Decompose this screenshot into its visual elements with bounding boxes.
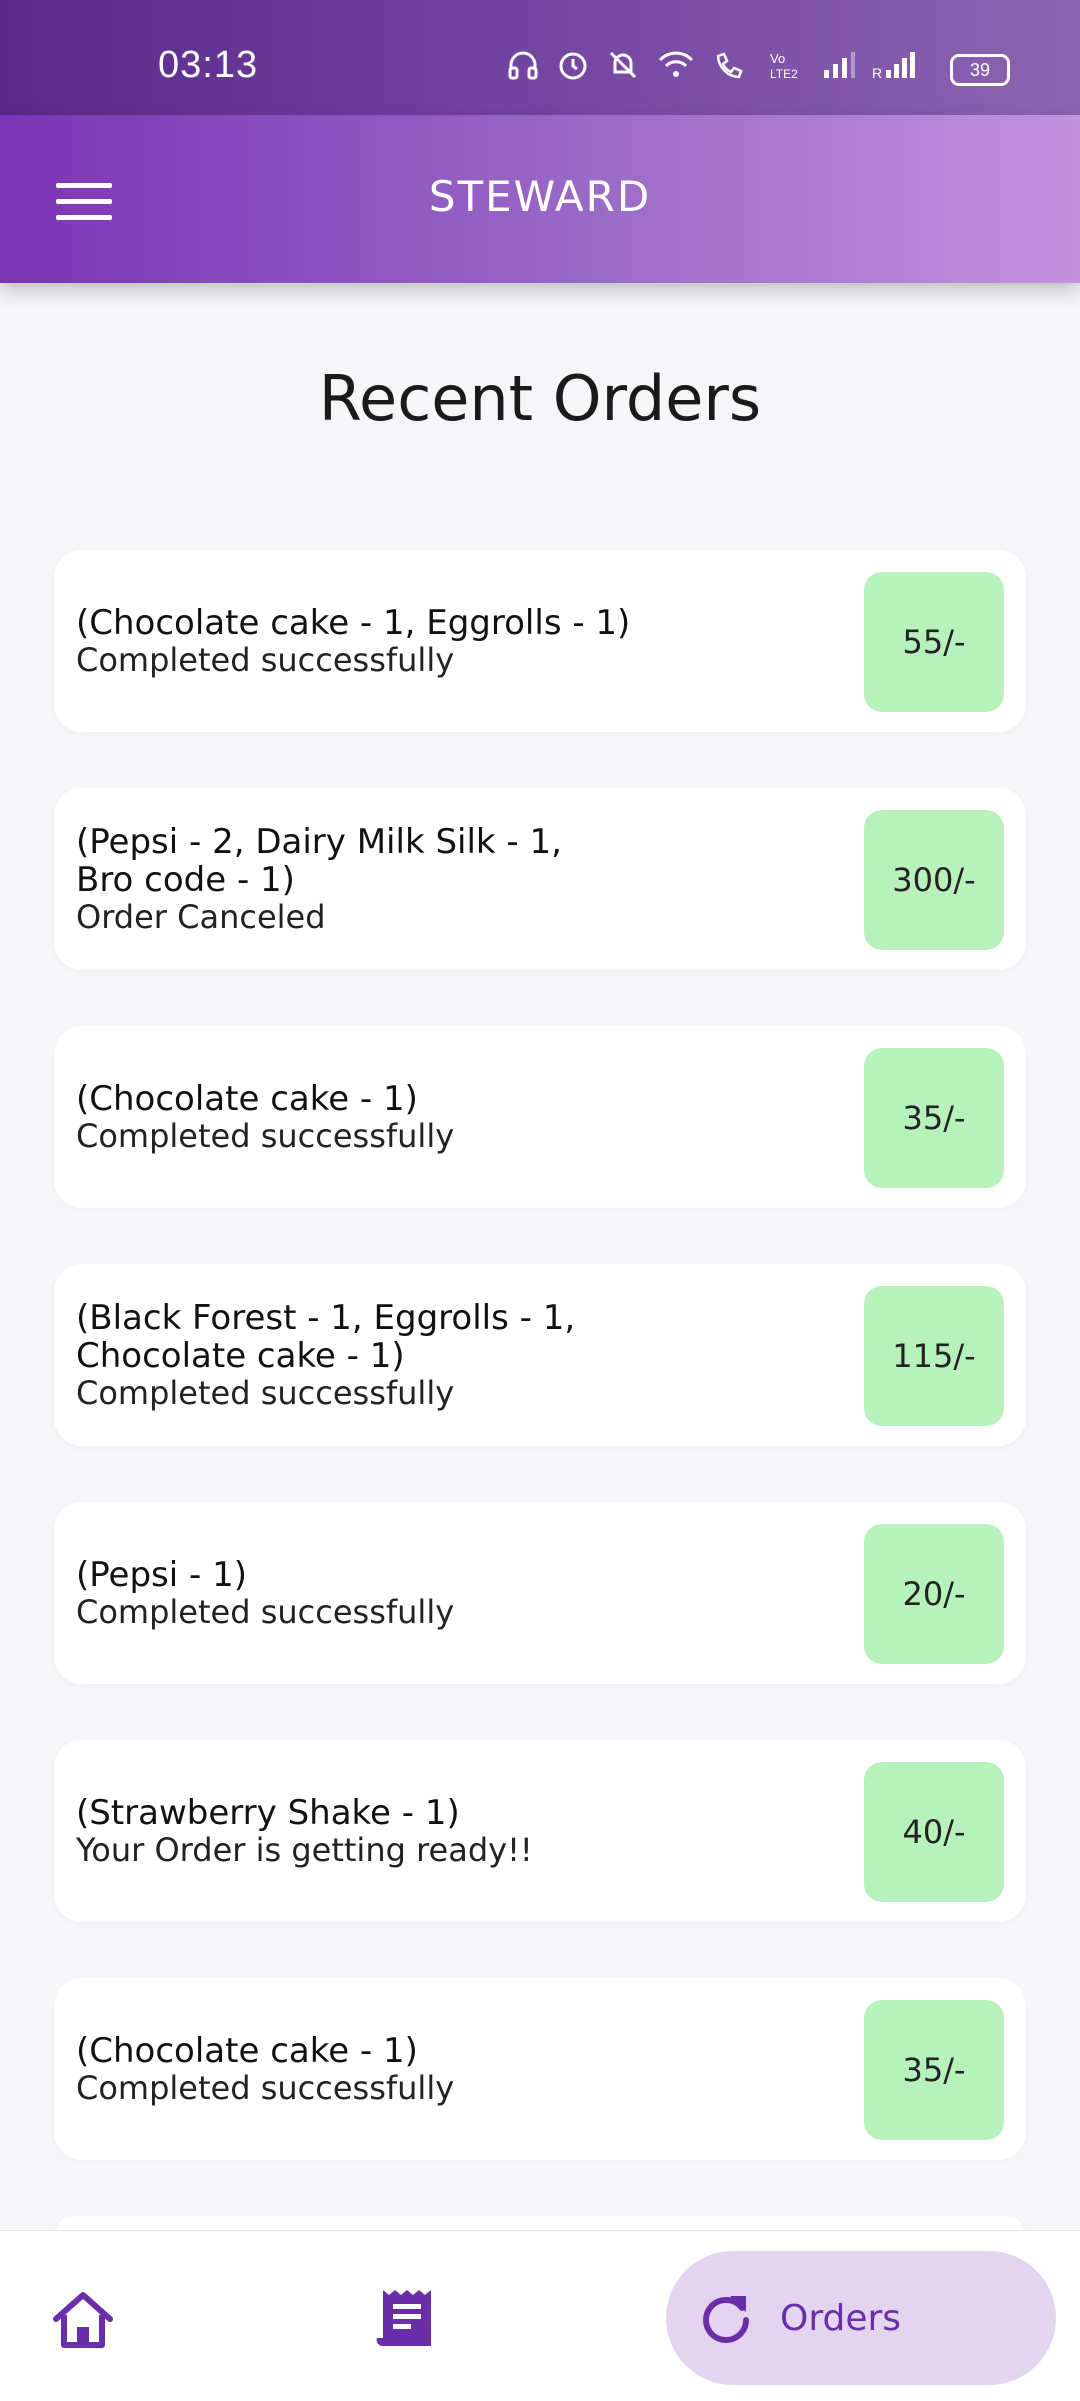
wifi-icon: [658, 51, 694, 77]
order-status: Completed successfully: [76, 1117, 455, 1155]
svg-text:LTE2: LTE2: [770, 67, 798, 81]
order-items: (Chocolate cake - 1): [76, 1079, 418, 1119]
status-bar: 03:13 Vo LTE2 R 39: [0, 0, 1080, 115]
order-text: (Chocolate cake - 1, Eggrolls - 1) Compl…: [76, 550, 856, 732]
order-card[interactable]: (Pepsi - 2, Dairy Milk Silk - 1, Bro cod…: [54, 788, 1026, 970]
order-status: Order Canceled: [76, 898, 326, 936]
order-items: (Strawberry Shake - 1): [76, 1793, 460, 1833]
order-text: (Chocolate cake - 1) Completed successfu…: [76, 1978, 856, 2160]
nav-orders-button[interactable]: Orders: [666, 2251, 1056, 2385]
order-price-badge: 35/-: [864, 2000, 1004, 2140]
nav-orders-label: Orders: [780, 2297, 902, 2339]
order-text: (Chocolate cake - 1) Completed successfu…: [76, 1026, 856, 1208]
order-card[interactable]: (Chocolate cake - 1) Completed successfu…: [54, 1978, 1026, 2160]
order-card[interactable]: (Chocolate cake - 1, Eggrolls - 1) Compl…: [54, 550, 1026, 732]
order-card[interactable]: (Chocolate cake - 1) Completed successfu…: [54, 1026, 1026, 1208]
receipt-icon: [376, 2290, 431, 2347]
battery-indicator: 39: [950, 54, 1010, 86]
order-card[interactable]: (Pepsi - 1) Completed successfully 20/-: [54, 1502, 1026, 1684]
alarm-icon: [559, 52, 587, 80]
app-bar: STEWARD: [0, 115, 1080, 283]
home-icon: [53, 2292, 113, 2348]
mute-bell-icon: [609, 51, 637, 79]
page-title: Recent Orders: [318, 362, 762, 435]
refresh-icon: [703, 2296, 749, 2343]
order-price-badge: 40/-: [864, 1762, 1004, 1902]
order-price-badge: 20/-: [864, 1524, 1004, 1664]
order-status: Completed successfully: [76, 641, 455, 679]
volte-icon: VoLTE2: [770, 51, 798, 81]
nav-home-button[interactable]: [50, 2289, 116, 2355]
order-card[interactable]: (Black Forest - 1, Eggrolls - 1, Chocola…: [54, 1264, 1026, 1446]
order-text: (Strawberry Shake - 1) Your Order is get…: [76, 1740, 856, 1922]
orders-list: (Chocolate cake - 1, Eggrolls - 1) Compl…: [54, 550, 1026, 2256]
svg-text:R: R: [872, 65, 882, 81]
signal-icon-1: [824, 52, 855, 78]
status-time: 03:13: [158, 44, 259, 86]
bottom-navigation: Orders: [0, 2230, 1080, 2401]
order-price-badge: 55/-: [864, 572, 1004, 712]
order-items: (Black Forest - 1, Eggrolls - 1, Chocola…: [76, 1298, 576, 1376]
order-text: (Pepsi - 2, Dairy Milk Silk - 1, Bro cod…: [76, 788, 856, 970]
order-status: Completed successfully: [76, 2069, 455, 2107]
wifi-call-icon: [716, 52, 743, 79]
order-text: (Pepsi - 1) Completed successfully: [76, 1502, 856, 1684]
order-price-badge: 115/-: [864, 1286, 1004, 1426]
order-status: Completed successfully: [76, 1374, 455, 1412]
headphones-icon: [508, 51, 538, 80]
status-icons: Vo LTE2 R: [506, 48, 920, 82]
order-price-badge: 300/-: [864, 810, 1004, 950]
signal-icon-2: R: [872, 52, 915, 81]
app-title: STEWARD: [428, 172, 652, 221]
order-status: Your Order is getting ready!!: [76, 1831, 533, 1869]
order-price-badge: 35/-: [864, 1048, 1004, 1188]
nav-menu-button[interactable]: [375, 2286, 435, 2354]
order-items: (Chocolate cake - 1): [76, 2031, 418, 2071]
order-text: (Black Forest - 1, Eggrolls - 1, Chocola…: [76, 1264, 856, 1446]
order-items: (Pepsi - 2, Dairy Milk Silk - 1, Bro cod…: [76, 822, 562, 900]
order-card[interactable]: (Strawberry Shake - 1) Your Order is get…: [54, 1740, 1026, 1922]
order-items: (Pepsi - 1): [76, 1555, 247, 1595]
order-status: Completed successfully: [76, 1593, 455, 1631]
order-items: (Chocolate cake - 1, Eggrolls - 1): [76, 603, 631, 643]
svg-text:Vo: Vo: [770, 51, 785, 66]
